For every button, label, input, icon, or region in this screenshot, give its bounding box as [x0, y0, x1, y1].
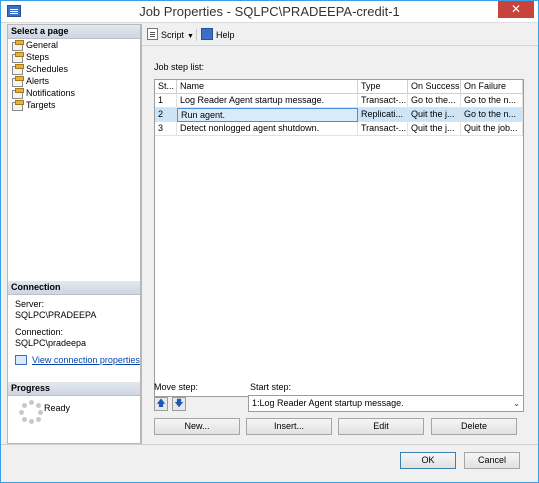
server-value: SQLPC\PRADEEPA	[15, 310, 97, 320]
page-icon	[12, 64, 24, 75]
column-header[interactable]: On Failure	[461, 80, 523, 94]
cell-on-success: Quit the j...	[408, 108, 461, 122]
help-icon	[201, 28, 213, 40]
cell-step: 1	[155, 94, 177, 108]
start-step-select[interactable]: 1:Log Reader Agent startup message. ⌄	[248, 395, 524, 412]
chevron-down-icon: ⌄	[513, 399, 520, 408]
connection-header: Connection	[8, 281, 140, 295]
job-step-list-label: Job step list:	[154, 62, 205, 72]
start-step-label: Start step:	[250, 382, 292, 392]
cell-name: Run agent.	[177, 108, 358, 122]
page-icon	[12, 52, 24, 63]
cell-on-failure: Quit the job...	[461, 122, 523, 136]
page-general[interactable]: General	[12, 39, 58, 51]
column-header[interactable]: Type	[358, 80, 408, 94]
cell-name: Log Reader Agent startup message.	[177, 94, 358, 108]
job-properties-window: Job Properties - SQLPC\PRADEEPA-credit-1…	[0, 0, 539, 483]
chevron-down-icon: ▼	[187, 33, 194, 40]
script-button[interactable]: Script ▼	[147, 28, 194, 42]
page-label: General	[26, 40, 59, 50]
cell-step: 2	[155, 108, 177, 122]
right-pane: Script ▼ Help Job step list: St... Name T…	[141, 24, 538, 444]
connection-properties-icon	[15, 355, 27, 365]
delete-button[interactable]: Delete	[431, 418, 517, 435]
left-pane: Select a page General Steps Schedules Al…	[7, 24, 141, 444]
close-button[interactable]: ✕	[498, 1, 534, 18]
column-header[interactable]: Name	[177, 80, 358, 94]
page-icon	[12, 100, 24, 111]
server-label: Server:	[15, 299, 45, 309]
select-page-header: Select a page	[8, 25, 140, 39]
page-icon	[12, 40, 24, 51]
page-notifications[interactable]: Notifications	[12, 87, 75, 99]
page-icon	[12, 76, 24, 87]
cell-type: Transact-...	[358, 122, 408, 136]
title-bar[interactable]: Job Properties - SQLPC\PRADEEPA-credit-1…	[1, 1, 538, 23]
new-button[interactable]: New...	[154, 418, 240, 435]
table-row[interactable]: 3 Detect nonlogged agent shutdown. Trans…	[155, 122, 523, 136]
script-label: Script	[161, 30, 185, 40]
view-connection-properties-link[interactable]: View connection properties	[32, 355, 140, 366]
toolbar-separator	[196, 29, 197, 41]
page-label: Notifications	[26, 88, 76, 98]
move-step-label: Move step:	[154, 382, 199, 392]
ok-button[interactable]: OK	[400, 452, 456, 469]
help-label: Help	[216, 30, 235, 40]
cell-type: Replicati...	[358, 108, 408, 122]
edit-button[interactable]: Edit	[338, 418, 424, 435]
move-step-down-button[interactable]: 🡇	[172, 397, 186, 411]
window-title: Job Properties - SQLPC\PRADEEPA-credit-1	[139, 4, 400, 19]
insert-button[interactable]: Insert...	[246, 418, 332, 435]
cell-on-failure: Go to the n...	[461, 108, 523, 122]
page-schedules[interactable]: Schedules	[12, 63, 68, 75]
page-label: Schedules	[26, 64, 69, 74]
column-header[interactable]: On Success	[408, 80, 461, 94]
cell-name: Detect nonlogged agent shutdown.	[177, 122, 358, 136]
page-alerts[interactable]: Alerts	[12, 75, 49, 87]
progress-header: Progress	[8, 382, 140, 396]
cell-step: 3	[155, 122, 177, 136]
grid-header: St... Name Type On Success On Failure	[155, 80, 523, 94]
table-row[interactable]: 1 Log Reader Agent startup message. Tran…	[155, 94, 523, 108]
page-icon	[12, 88, 24, 99]
cell-on-success: Quit the j...	[408, 122, 461, 136]
cancel-button[interactable]: Cancel	[464, 452, 520, 469]
page-steps[interactable]: Steps	[12, 51, 49, 63]
page-label: Alerts	[26, 76, 50, 86]
page-targets[interactable]: Targets	[12, 99, 56, 111]
column-header[interactable]: St...	[155, 80, 177, 94]
page-label: Targets	[26, 100, 56, 110]
start-step-value: 1:Log Reader Agent startup message.	[252, 398, 404, 408]
table-row-selected[interactable]: 2 Run agent. Replicati... Quit the j... …	[155, 108, 523, 122]
progress-status: Ready	[44, 403, 71, 413]
script-icon	[147, 28, 158, 40]
toolbar: Script ▼ Help	[142, 24, 538, 46]
progress-spinner-icon	[19, 400, 43, 424]
cell-on-failure: Go to the n...	[461, 94, 523, 108]
help-button[interactable]: Help	[201, 28, 235, 42]
footer-divider	[1, 444, 538, 445]
move-step-up-button[interactable]: 🡅	[154, 397, 168, 411]
page-label: Steps	[26, 52, 50, 62]
job-step-grid[interactable]: St... Name Type On Success On Failure 1 …	[154, 79, 524, 397]
cell-on-success: Go to the...	[408, 94, 461, 108]
connection-label: Connection:	[15, 327, 64, 337]
connection-value: SQLPC\pradeepa	[15, 338, 87, 348]
cell-type: Transact-...	[358, 94, 408, 108]
